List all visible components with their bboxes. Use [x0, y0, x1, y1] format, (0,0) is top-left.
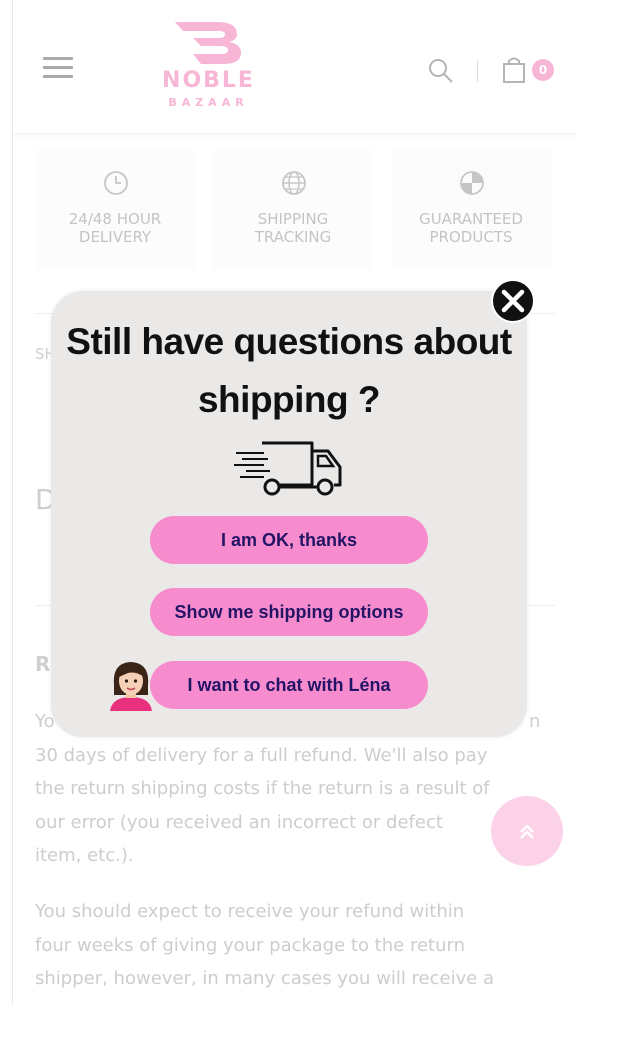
site-header: NOBLE BAZAAR 0	[13, 0, 577, 133]
returns-paragraph-fragment: n	[529, 711, 541, 732]
features-row: 24/48 HOUR DELIVERY SHIPPING TRACKING GU…	[35, 150, 555, 270]
scroll-to-top-button[interactable]	[491, 796, 563, 866]
agent-avatar	[110, 662, 152, 711]
close-popup-button[interactable]	[491, 279, 535, 323]
logo[interactable]: NOBLE BAZAAR	[161, 20, 256, 115]
feature-label: SHIPPING TRACKING	[254, 210, 332, 246]
search-icon[interactable]	[428, 58, 454, 84]
clock-icon	[104, 171, 128, 195]
chat-with-lena-button[interactable]: I want to chat with Léna	[150, 661, 428, 709]
logo-name: NOBLE	[162, 68, 255, 93]
delivery-truck-icon	[234, 441, 342, 496]
refund-paragraph: You should expect to receive your refund…	[35, 901, 495, 989]
double-chevron-up-icon	[520, 824, 534, 839]
returns-heading-partial: R	[35, 652, 51, 676]
feature-guaranteed: GUARANTEED PRODUCTS	[391, 150, 551, 270]
shopping-bag-icon[interactable]	[502, 56, 526, 84]
shipping-help-popup: Still have questions about shipping ? I …	[51, 291, 527, 737]
feature-label: GUARANTEED PRODUCTS	[419, 210, 523, 246]
feature-tracking: SHIPPING TRACKING	[213, 150, 373, 270]
feature-label: 24/48 HOUR DELIVERY	[68, 210, 162, 246]
show-shipping-options-button[interactable]: Show me shipping options	[150, 588, 428, 636]
close-icon	[501, 289, 525, 313]
feature-delivery: 24/48 HOUR DELIVERY	[35, 150, 195, 270]
globe-icon	[282, 171, 306, 195]
cart-count-badge[interactable]: 0	[532, 59, 554, 81]
ok-thanks-button[interactable]: I am OK, thanks	[150, 516, 428, 564]
hamburger-menu-icon[interactable]	[43, 57, 73, 79]
logo-mark-icon	[175, 22, 241, 64]
logo-subtitle: BAZAAR	[168, 96, 249, 109]
shield-icon	[460, 171, 484, 195]
popup-title: Still have questions about shipping ?	[66, 321, 512, 420]
header-divider	[477, 60, 478, 82]
